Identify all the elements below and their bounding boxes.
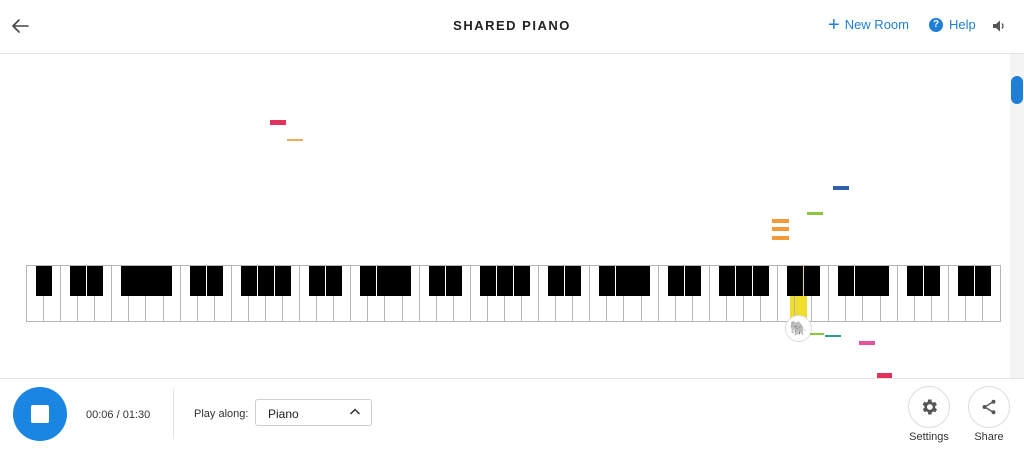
black-key[interactable] (360, 266, 377, 296)
black-key[interactable] (394, 266, 411, 296)
black-key[interactable] (872, 266, 889, 296)
help-label: Help (949, 17, 976, 32)
settings-button[interactable] (908, 386, 950, 428)
falling-note (825, 335, 841, 337)
share-button[interactable] (968, 386, 1010, 428)
black-key[interactable] (906, 266, 923, 296)
instrument-value: Piano (268, 407, 299, 421)
black-key[interactable] (496, 266, 514, 296)
black-key[interactable] (70, 266, 87, 296)
black-key[interactable] (189, 266, 206, 296)
playback-time: 00:06 / 01:30 (86, 409, 151, 421)
black-key[interactable] (548, 266, 565, 296)
stop-icon (31, 405, 49, 423)
share-icon (982, 399, 996, 415)
falling-note (833, 186, 849, 190)
falling-note (772, 227, 789, 231)
black-key[interactable] (35, 266, 53, 296)
black-key[interactable] (309, 266, 326, 296)
black-key[interactable] (326, 266, 343, 296)
speaker-icon[interactable] (991, 18, 1007, 34)
black-key[interactable] (752, 266, 770, 296)
falling-note (772, 236, 789, 240)
footer-toolbar: 00:06 / 01:30 Play along: Piano Settings… (0, 378, 1024, 449)
black-key[interactable] (718, 266, 735, 296)
black-key[interactable] (257, 266, 275, 296)
new-room-button[interactable]: + New Room (828, 13, 909, 36)
vertical-scrollbar[interactable] (1010, 54, 1024, 378)
note-stage: 🐘 (0, 54, 1010, 378)
black-key[interactable] (616, 266, 633, 296)
header: SHARED PIANO + New Room ? Help (0, 0, 1024, 54)
piano-keyboard[interactable] (26, 265, 1001, 322)
black-key[interactable] (855, 266, 872, 296)
black-key[interactable] (633, 266, 650, 296)
share-label: Share (974, 431, 1004, 443)
instrument-select[interactable]: Piano (255, 399, 372, 426)
black-key[interactable] (121, 266, 138, 296)
black-key[interactable] (735, 266, 753, 296)
black-key[interactable] (838, 266, 855, 296)
falling-note (772, 219, 789, 223)
elephant-avatar-icon: 🐘 (785, 315, 812, 342)
black-key[interactable] (240, 266, 257, 296)
settings-label: Settings (909, 431, 949, 443)
black-key[interactable] (206, 266, 223, 296)
black-key[interactable] (599, 266, 616, 296)
help-icon: ? (929, 17, 943, 32)
divider (173, 389, 174, 439)
black-key[interactable] (565, 266, 582, 296)
black-key[interactable] (513, 266, 531, 296)
chevron-up-icon (349, 408, 361, 415)
black-key[interactable] (957, 266, 974, 296)
falling-note (287, 139, 303, 141)
black-key[interactable] (87, 266, 104, 296)
falling-note (859, 341, 875, 345)
black-key[interactable] (787, 266, 804, 296)
black-key[interactable] (667, 266, 684, 296)
black-key[interactable] (974, 266, 992, 296)
plus-icon: + (828, 13, 840, 36)
gear-icon (922, 399, 937, 415)
falling-note (810, 333, 824, 335)
black-key[interactable] (445, 266, 462, 296)
black-key[interactable] (138, 266, 155, 296)
stop-button[interactable] (13, 387, 67, 441)
black-key[interactable] (479, 266, 496, 296)
black-key[interactable] (684, 266, 701, 296)
black-key[interactable] (923, 266, 940, 296)
falling-note (270, 120, 286, 125)
black-key[interactable] (274, 266, 292, 296)
black-key[interactable] (377, 266, 394, 296)
help-button[interactable]: ? Help (929, 17, 976, 32)
black-key[interactable] (155, 266, 172, 296)
falling-note (807, 212, 823, 215)
scrollbar-thumb[interactable] (1011, 76, 1023, 104)
black-key[interactable] (428, 266, 445, 296)
new-room-label: New Room (844, 17, 909, 32)
play-along-label: Play along: (194, 408, 249, 420)
black-key[interactable] (804, 266, 821, 296)
